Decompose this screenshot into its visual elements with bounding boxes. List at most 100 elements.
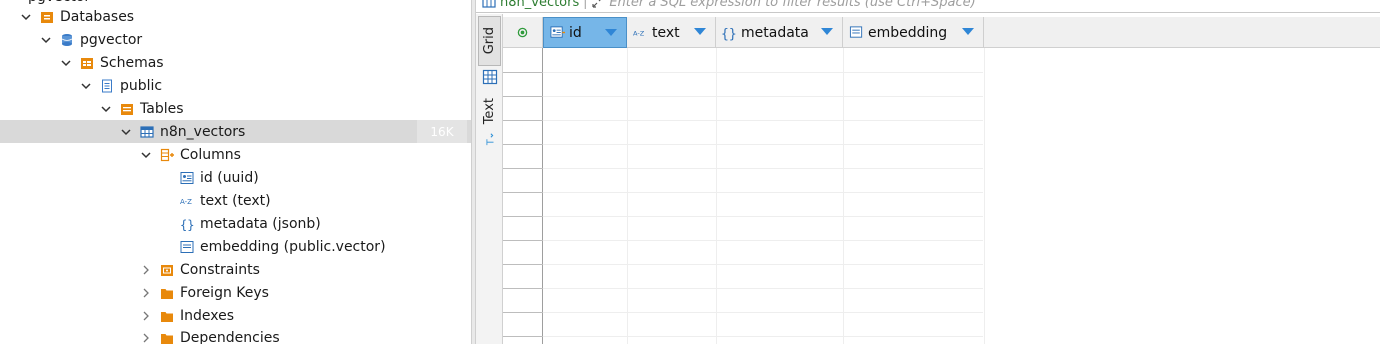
- column-header-id[interactable]: id: [543, 17, 627, 48]
- row-separator: [543, 336, 983, 337]
- schema-icon: [100, 79, 114, 93]
- row-separator: [543, 312, 983, 313]
- column-separator: [843, 48, 844, 344]
- tree-item-columns[interactable]: Columns: [0, 143, 471, 166]
- tree-item-schemas[interactable]: Schemas: [0, 51, 471, 74]
- tree-item-clipped[interactable]: pgvector: [28, 0, 90, 4]
- sort-arrow-icon[interactable]: [605, 29, 617, 36]
- tree-item-label: text (text): [200, 192, 271, 209]
- filter-table-name[interactable]: n8n_vectors: [500, 0, 579, 10]
- id-column-icon: [549, 25, 565, 41]
- row-separator: [503, 336, 543, 337]
- grid-header: id A-Z text {} metadata embedding: [503, 17, 1380, 48]
- view-switcher: Grid Text T: [476, 14, 503, 344]
- tree-item-label: Dependencies: [180, 329, 280, 344]
- svg-text:{}: {}: [721, 27, 737, 41]
- tree-item-label: Constraints: [180, 261, 260, 278]
- row-separator: [543, 144, 983, 145]
- row-separator: [503, 168, 543, 169]
- tree-item-label: metadata (jsonb): [200, 215, 321, 232]
- sort-arrow-icon[interactable]: [694, 28, 706, 35]
- tree-item-tables[interactable]: Tables: [0, 97, 471, 120]
- text-column-icon: A-Z: [180, 194, 194, 208]
- database-navigator: pgvector Databases pgvector Schemas publ…: [0, 0, 471, 344]
- text-column-icon: A-Z: [632, 25, 648, 41]
- chevron-down-icon[interactable]: [140, 149, 152, 161]
- tree-item-constraints[interactable]: Constraints: [0, 258, 471, 281]
- column-header-metadata[interactable]: {} metadata: [716, 17, 843, 48]
- column-separator: [716, 48, 717, 344]
- row-separator: [543, 216, 983, 217]
- tree-item-column-text[interactable]: A-Z text (text): [0, 189, 471, 212]
- chevron-down-icon[interactable]: [80, 80, 92, 92]
- databases-folder-icon: [40, 10, 54, 24]
- filter-input[interactable]: Enter a SQL expression to filter results…: [609, 0, 975, 10]
- row-separator: [543, 120, 983, 121]
- column-header-label: embedding: [868, 24, 948, 41]
- column-header-label: text: [652, 24, 680, 41]
- tree-item-label: pgvector: [80, 31, 143, 48]
- row-separator: [503, 72, 543, 73]
- grid-icon[interactable]: [478, 67, 501, 87]
- row-separator: [543, 264, 983, 265]
- tree-item-indexes[interactable]: Indexes: [0, 304, 471, 327]
- constraints-folder-icon: [160, 263, 174, 277]
- tree-item-column-id[interactable]: id (uuid): [0, 166, 471, 189]
- tab-grid-label: Grid: [482, 27, 497, 55]
- tree-item-databases[interactable]: Databases: [0, 5, 471, 28]
- column-header-embedding[interactable]: embedding: [843, 17, 984, 48]
- text-view-icon[interactable]: T: [478, 130, 501, 148]
- row-separator: [543, 240, 983, 241]
- tree-item-label: n8n_vectors: [160, 123, 246, 140]
- tree-item-label: id (uuid): [200, 169, 259, 186]
- json-column-icon: {}: [180, 217, 194, 231]
- row-number-column: [503, 48, 543, 344]
- json-column-icon: {}: [721, 25, 737, 41]
- separator-icon: |: [583, 0, 588, 9]
- tree-item-n8n-vectors[interactable]: n8n_vectors 16K: [0, 120, 471, 143]
- columns-folder-icon: [160, 148, 174, 162]
- result-grid[interactable]: id A-Z text {} metadata embedding: [503, 14, 1380, 344]
- tree-item-column-embedding[interactable]: embedding (public.vector): [0, 235, 471, 258]
- row-separator: [503, 120, 543, 121]
- schemas-folder-icon: [80, 56, 94, 70]
- row-separator: [503, 264, 543, 265]
- folder-icon: [160, 309, 174, 323]
- chevron-down-icon[interactable]: [20, 11, 32, 23]
- database-icon: [60, 33, 74, 47]
- tree-item-foreign-keys[interactable]: Foreign Keys: [0, 281, 471, 304]
- row-separator: [503, 240, 543, 241]
- vector-column-icon: [180, 240, 194, 254]
- table-size-badge: 16K: [417, 120, 467, 143]
- tab-text[interactable]: Text: [478, 92, 501, 130]
- tree-item-label: Foreign Keys: [180, 284, 269, 301]
- column-header-label: id: [569, 24, 582, 41]
- chevron-down-icon[interactable]: [100, 103, 112, 115]
- tree-item-column-metadata[interactable]: {} metadata (jsonb): [0, 212, 471, 235]
- chevron-right-icon[interactable]: [140, 310, 152, 322]
- chevron-right-icon[interactable]: [140, 287, 152, 299]
- tree-item-label: pgvector: [28, 0, 90, 4]
- row-separator: [503, 144, 543, 145]
- tree-item-public[interactable]: public: [0, 74, 471, 97]
- sort-arrow-icon[interactable]: [962, 28, 974, 35]
- chevron-down-icon[interactable]: [60, 57, 72, 69]
- tree-item-pgvector[interactable]: pgvector: [0, 28, 471, 51]
- svg-text:A-Z: A-Z: [633, 29, 645, 37]
- tab-text-label: Text: [482, 97, 497, 125]
- row-separator: [543, 96, 983, 97]
- sort-arrow-icon[interactable]: [821, 28, 833, 35]
- tree-item-dependencies[interactable]: Dependencies: [0, 326, 471, 344]
- svg-text:A-Z: A-Z: [180, 198, 192, 206]
- expand-icon[interactable]: [591, 0, 605, 9]
- chevron-down-icon[interactable]: [120, 126, 132, 138]
- chevron-right-icon[interactable]: [140, 264, 152, 276]
- chevron-down-icon[interactable]: [40, 34, 52, 46]
- tree-item-label: Databases: [60, 8, 135, 25]
- chevron-right-icon[interactable]: [140, 332, 152, 344]
- row-separator: [543, 192, 983, 193]
- tab-grid[interactable]: Grid: [478, 16, 501, 66]
- column-header-text[interactable]: A-Z text: [627, 17, 716, 48]
- row-number-header[interactable]: [503, 17, 543, 48]
- tree-item-label: Indexes: [180, 307, 235, 324]
